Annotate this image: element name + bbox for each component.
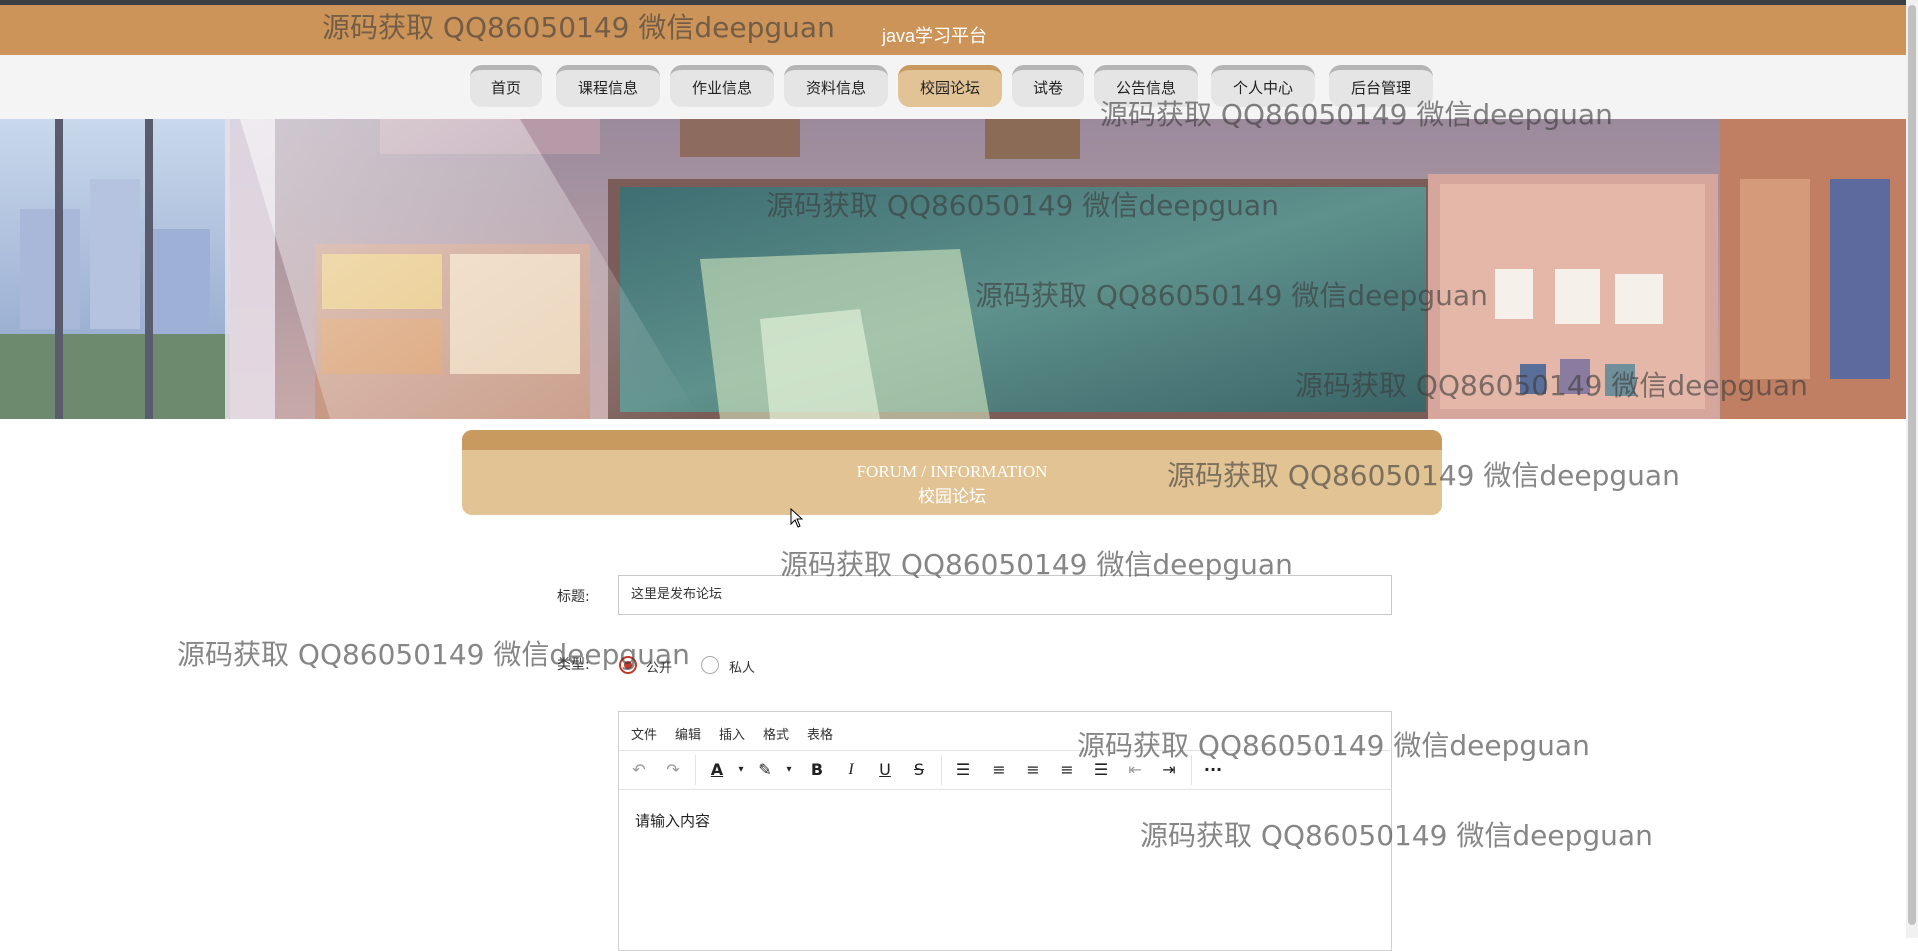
undo-icon[interactable]: ↶ <box>627 759 651 781</box>
indent-icon[interactable]: ⇥ <box>1157 759 1181 781</box>
section-title-zh: 校园论坛 <box>918 487 986 506</box>
editor-menu-file[interactable]: 文件 <box>631 724 657 743</box>
bold-icon[interactable]: B <box>805 759 829 781</box>
nav-item-forum[interactable]: 校园论坛 <box>898 65 1002 107</box>
editor-menubar: 文件 编辑 插入 格式 表格 <box>619 712 1391 750</box>
nav-item-home[interactable]: 首页 <box>470 65 542 107</box>
redo-icon[interactable]: ↷ <box>661 759 685 781</box>
nav-item-profile[interactable]: 个人中心 <box>1211 65 1315 107</box>
watermark-text: 源码获取 QQ86050149 微信deepguan <box>177 638 690 671</box>
rich-text-editor: 文件 编辑 插入 格式 表格 ↶ ↷ A ▾ ✎ ▾ B I U S ☰ ≡ ≡… <box>618 711 1392 951</box>
nav-item-courses[interactable]: 课程信息 <box>556 65 660 107</box>
align-center-icon[interactable]: ≡ <box>1021 759 1045 781</box>
font-color-dropdown-icon[interactable]: ▾ <box>729 759 753 781</box>
toolbar-separator <box>941 755 942 785</box>
type-private-label[interactable]: 私人 <box>729 657 755 676</box>
type-label: 类型: <box>557 657 590 673</box>
editor-menu-edit[interactable]: 编辑 <box>675 724 701 743</box>
highlight-dropdown-icon[interactable]: ▾ <box>777 759 801 781</box>
section-heading-bar: FORUM / INFORMATION 校园论坛 <box>462 430 1442 515</box>
nav-item-materials[interactable]: 资料信息 <box>784 65 888 107</box>
align-left-icon[interactable]: ≡ <box>987 759 1011 781</box>
toolbar-separator <box>695 755 696 785</box>
editor-menu-insert[interactable]: 插入 <box>719 724 745 743</box>
title-input[interactable]: 这里是发布论坛 <box>618 575 1392 615</box>
justify-icon[interactable]: ☰ <box>1089 759 1113 781</box>
page-scrollbar-thumb[interactable] <box>1908 5 1916 925</box>
outdent-icon[interactable]: ⇤ <box>1123 759 1147 781</box>
list-icon[interactable]: ☰ <box>951 759 975 781</box>
main-navigation: 首页 课程信息 作业信息 资料信息 校园论坛 试卷 公告信息 个人中心 后台管理 <box>0 55 1918 119</box>
site-title: java学习平台 <box>882 26 988 46</box>
site-header: java学习平台 <box>0 5 1918 55</box>
strikethrough-icon[interactable]: S <box>907 759 931 781</box>
title-label: 标题: <box>557 589 590 605</box>
nav-item-admin[interactable]: 后台管理 <box>1329 65 1433 107</box>
nav-item-homework[interactable]: 作业信息 <box>670 65 774 107</box>
editor-toolbar: ↶ ↷ A ▾ ✎ ▾ B I U S ☰ ≡ ≡ ≡ ☰ ⇤ ⇥ ··· <box>619 750 1391 790</box>
type-public-label[interactable]: 公开 <box>646 657 672 676</box>
align-right-icon[interactable]: ≡ <box>1055 759 1079 781</box>
toolbar-separator <box>1191 755 1192 785</box>
editor-menu-format[interactable]: 格式 <box>763 724 789 743</box>
editor-menu-table[interactable]: 表格 <box>807 724 833 743</box>
nav-item-exams[interactable]: 试卷 <box>1012 65 1084 107</box>
font-color-icon[interactable]: A <box>705 759 729 781</box>
editor-content[interactable]: 请输入内容 <box>635 810 710 831</box>
mouse-pointer-icon <box>790 508 804 528</box>
classroom-banner-image <box>0 119 1906 419</box>
italic-icon[interactable]: I <box>839 759 863 781</box>
more-icon[interactable]: ··· <box>1201 759 1225 781</box>
type-public-radio[interactable] <box>619 656 637 674</box>
highlight-icon[interactable]: ✎ <box>753 759 777 781</box>
type-private-radio[interactable] <box>701 656 719 674</box>
underline-icon[interactable]: U <box>873 759 897 781</box>
nav-item-announcements[interactable]: 公告信息 <box>1094 65 1198 107</box>
section-heading-band <box>462 430 1442 450</box>
section-title-en: FORUM / INFORMATION <box>856 462 1048 481</box>
